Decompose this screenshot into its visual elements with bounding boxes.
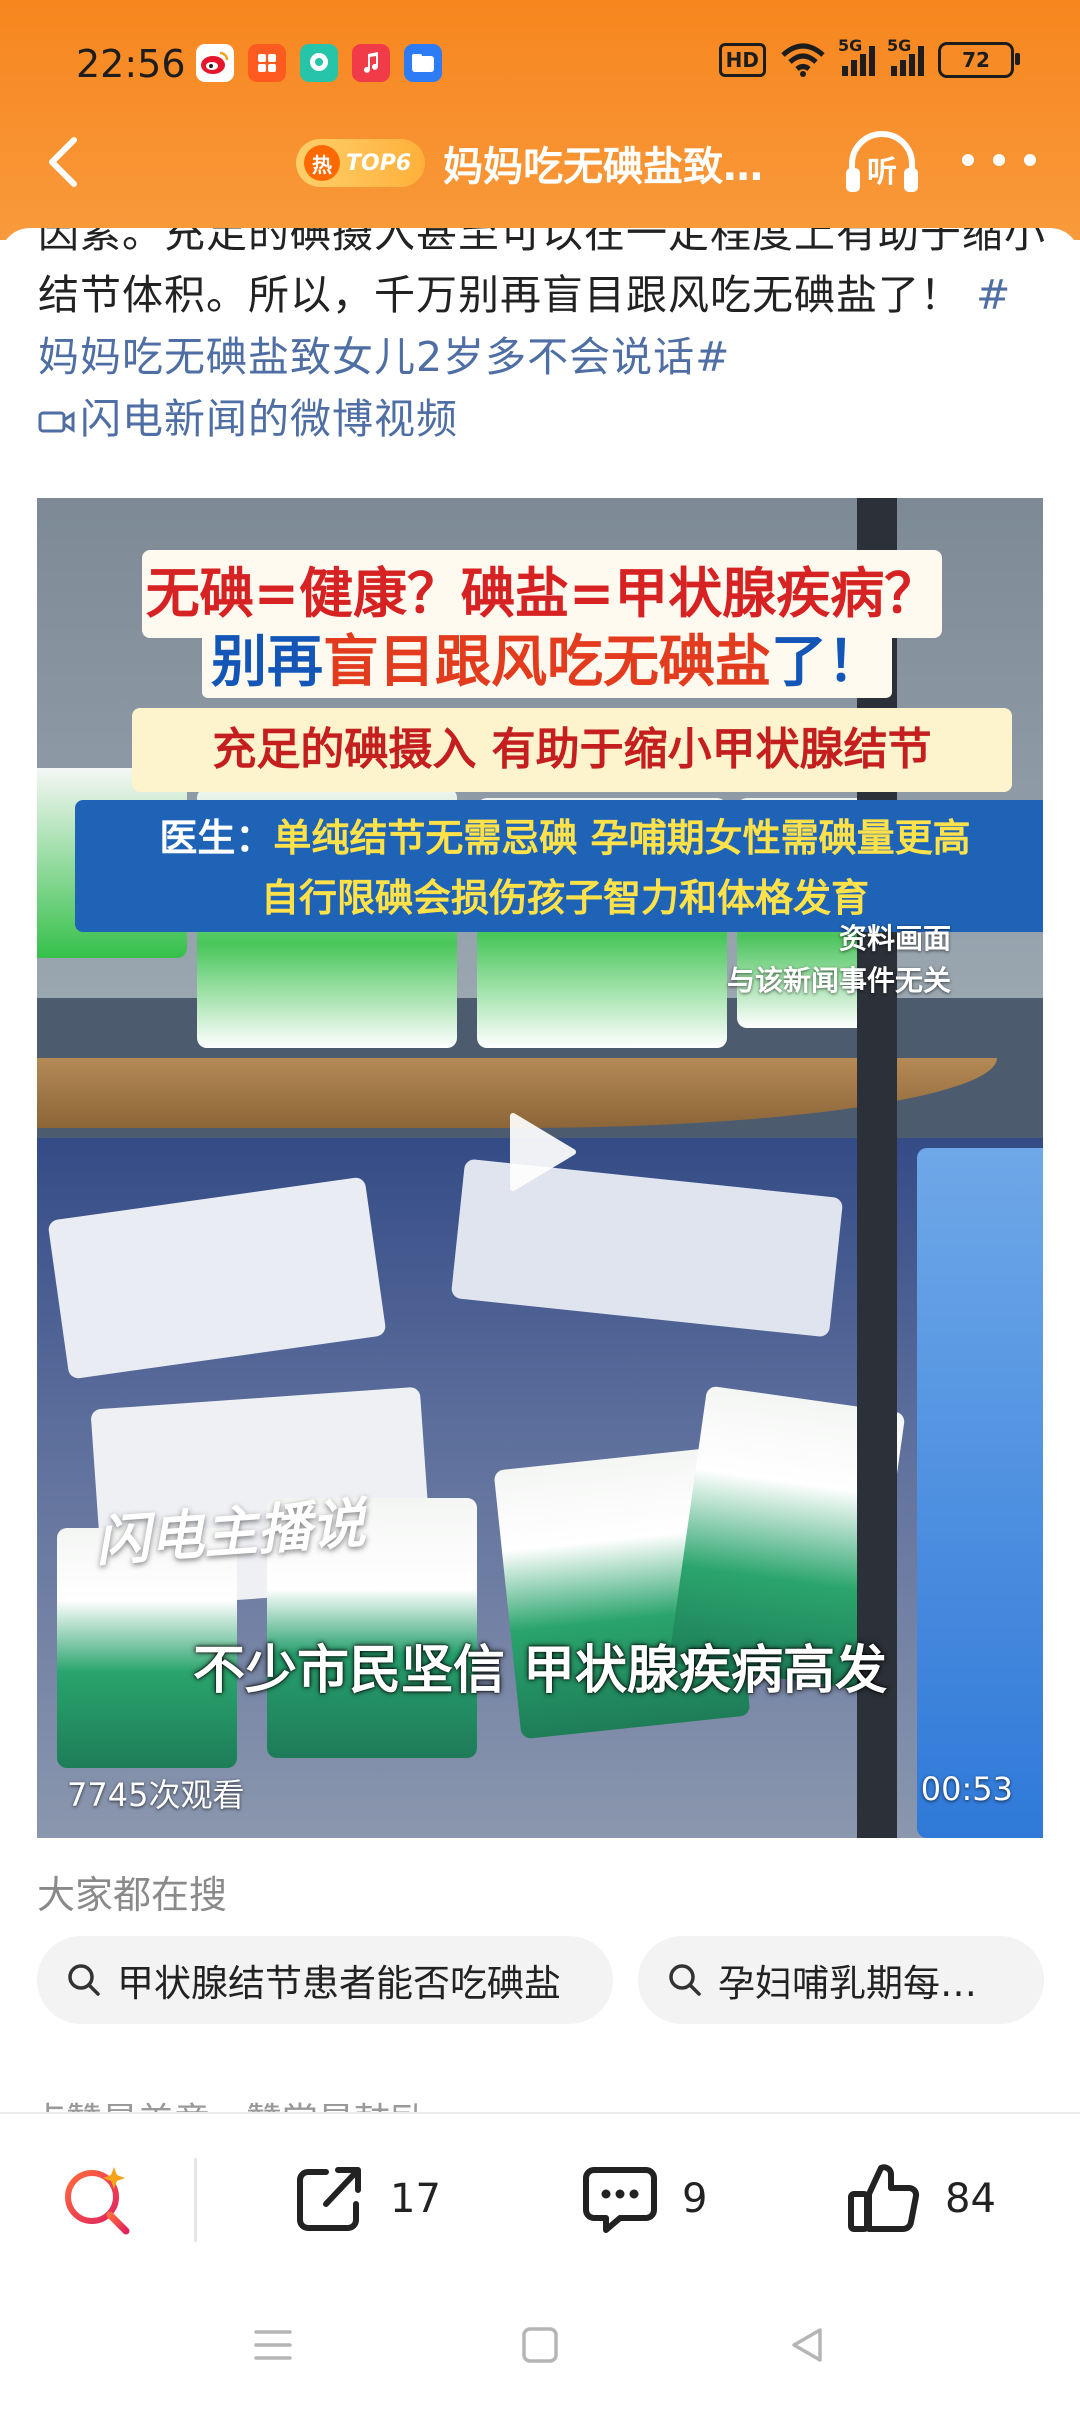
status-app-icons [196, 44, 442, 82]
status-bar: 22:56 HD 5G 5G 72 [0, 30, 1080, 100]
music-app-icon [352, 44, 390, 82]
share-button[interactable]: 17 [290, 2156, 441, 2242]
menu-icon[interactable] [248, 2320, 298, 2370]
hot-label: 热 [304, 145, 340, 181]
battery-icon: 72 [938, 42, 1020, 78]
listen-label: 听 [867, 155, 897, 190]
post-text: 因素。充足的碘摄入甚至可以在一定程度上有助于缩小结节体积。所以，千万别再盲目跟风… [38, 228, 1046, 319]
video-caption-title: 无碘=健康？碘盐=甲状腺疾病？ [142, 550, 942, 638]
related-search-chip-label: 孕妇哺乳期每… [718, 1962, 977, 2005]
like-count: 84 [945, 2176, 996, 2222]
share-count: 17 [390, 2176, 441, 2222]
post-content: 因素。充足的碘摄入甚至可以在一定程度上有助于缩小结节体积。所以，千万别再盲目跟风… [0, 228, 1080, 2118]
video-subtitle: 不少市民坚信 甲状腺疾病高发 [192, 1641, 888, 1701]
smart-search-icon [65, 2167, 130, 2235]
top-rank-label: TOP6 [346, 150, 412, 176]
files-app-icon [404, 44, 442, 82]
comment-icon [583, 2167, 657, 2233]
video-player[interactable]: 无碘=健康？碘盐=甲状腺疾病？ 别再盲目跟风吃无碘盐了！ 充足的碘摄入 有助于缩… [37, 498, 1043, 1838]
post-body: 因素。充足的碘摄入甚至可以在一定程度上有助于缩小结节体积。所以，千万别再盲目跟风… [38, 228, 1048, 450]
share-icon [297, 2167, 361, 2231]
system-navigation-bar [0, 2282, 1080, 2414]
smart-search-button[interactable] [58, 2156, 138, 2242]
wifi-icon [781, 43, 825, 77]
search-icon [669, 1964, 701, 1996]
like-button[interactable]: 84 [845, 2156, 996, 2242]
listen-headphones-icon[interactable]: 听 [842, 128, 922, 198]
action-bar: 17 9 84 [0, 2112, 1080, 2284]
chat-app-icon [300, 44, 338, 82]
related-search-chip[interactable]: 孕妇哺乳期每… [638, 1936, 1044, 2024]
video-caption-iodine: 充足的碘摄入 有助于缩小甲状腺结节 [132, 708, 1012, 792]
thumbs-up-icon [848, 2164, 920, 2233]
home-icon[interactable] [515, 2320, 565, 2370]
comment-button[interactable]: 9 [580, 2156, 707, 2242]
status-time: 22:56 [76, 42, 186, 86]
video-camera-icon [38, 411, 75, 433]
signal-icon: 5G [838, 36, 875, 76]
orange-app-icon [248, 44, 286, 82]
back-triangle-icon[interactable] [782, 2320, 832, 2370]
navigation-bar: 热 TOP6 妈妈吃无碘盐致… 听 [0, 118, 1080, 206]
related-search-chip[interactable]: 甲状腺结节患者能否吃碘盐 [37, 1936, 613, 2024]
back-arrow-icon[interactable] [38, 132, 98, 192]
status-indicators: HD 5G 5G 72 [718, 36, 1020, 78]
related-search-heading: 大家都在搜 [37, 1873, 228, 1917]
divider [194, 2158, 197, 2242]
video-caption-warning: 别再盲目跟风吃无碘盐了！ [202, 628, 892, 698]
weibo-app-icon [196, 44, 234, 82]
hot-rank-badge: 热 TOP6 [296, 139, 426, 187]
trending-title-group[interactable]: 热 TOP6 妈妈吃无碘盐致… [296, 134, 763, 192]
header-bar: 22:56 HD 5G 5G 72 热 TOP6 妈妈吃无碘盐致… 听 [0, 0, 1080, 240]
comment-count: 9 [682, 2176, 708, 2222]
more-options-icon[interactable] [962, 140, 1036, 180]
video-source-label: 闪电新闻的微博视频 [80, 395, 458, 443]
video-caption-doctor: 医生：单纯结节无需忌碘 孕哺期女性需碘量更高 自行限碘会损伤孩子智力和体格发育 [75, 800, 1043, 932]
hd-badge: HD [718, 43, 766, 77]
page-title: 妈妈吃无碘盐致… [443, 144, 764, 190]
view-count: 7745次观看 [67, 1776, 245, 1814]
video-source-link[interactable]: 闪电新闻的微博视频 [38, 395, 458, 443]
signal-icon-2: 5G [887, 36, 924, 76]
search-icon [68, 1964, 100, 1996]
video-duration: 00:53 [920, 1770, 1013, 1808]
related-search-chip-label: 甲状腺结节患者能否吃碘盐 [117, 1962, 561, 2005]
video-disclaimer: 资料画面 与该新闻事件无关 [727, 922, 952, 997]
play-icon[interactable] [507, 1110, 579, 1194]
